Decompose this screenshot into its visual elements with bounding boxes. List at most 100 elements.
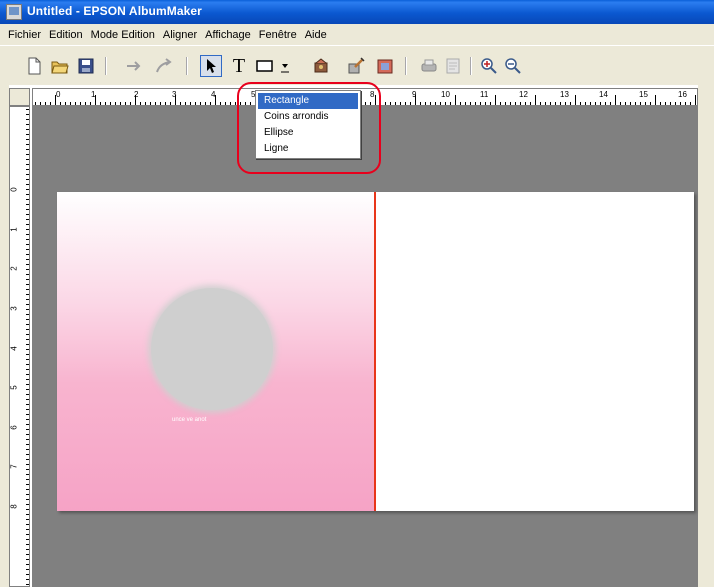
- ruler-tick: [26, 309, 29, 310]
- zoom-in-icon[interactable]: [478, 55, 500, 77]
- menu-mode-edition[interactable]: Mode Edition: [87, 29, 159, 41]
- ruler-tick: [26, 334, 29, 335]
- ruler-tick: [445, 102, 446, 105]
- ruler-tick: [26, 319, 29, 320]
- album-spread[interactable]: unce ve anot: [57, 192, 694, 511]
- ruler-tick: [185, 102, 186, 105]
- ruler-tick: [495, 95, 496, 105]
- hruler-label: 13: [560, 90, 569, 99]
- ruler-tick: [26, 199, 29, 200]
- print-icon[interactable]: [418, 55, 440, 77]
- ruler-tick: [390, 102, 391, 105]
- ruler-tick: [530, 102, 531, 105]
- ruler-tick: [26, 269, 29, 270]
- new-icon[interactable]: [23, 55, 45, 77]
- menu-fichier[interactable]: Fichier: [4, 29, 45, 41]
- ruler-tick: [670, 102, 671, 105]
- vruler-label: 5: [9, 385, 19, 390]
- vertical-ruler: 0 1 2 3 4 5 6 7 8: [9, 106, 30, 587]
- shape-dropdown-icon[interactable]: [279, 55, 291, 77]
- ruler-tick: [85, 102, 86, 105]
- menu-affichage[interactable]: Affichage: [201, 29, 255, 41]
- ruler-tick: [455, 95, 456, 105]
- ruler-tick: [590, 102, 591, 105]
- shape-tool-icon[interactable]: [254, 55, 276, 77]
- ruler-tick: [26, 569, 29, 570]
- left-page[interactable]: unce ve anot: [57, 192, 375, 511]
- ruler-tick: [26, 324, 29, 325]
- menu-fenetre[interactable]: Fenêtre: [255, 29, 301, 41]
- ruler-corner: [9, 88, 30, 106]
- menu-aligner[interactable]: Aligner: [159, 29, 201, 41]
- ruler-tick: [26, 134, 29, 135]
- ruler-tick: [115, 102, 116, 105]
- ruler-tick: [26, 409, 29, 410]
- ruler-tick: [65, 102, 66, 105]
- ruler-tick: [26, 579, 29, 580]
- preview-icon[interactable]: [442, 55, 464, 77]
- ruler-tick: [560, 102, 561, 105]
- hruler-label: 16: [678, 90, 687, 99]
- ruler-tick: [26, 544, 29, 545]
- ruler-tick: [26, 239, 29, 240]
- title-bar: Untitled - EPSON AlbumMaker: [0, 0, 714, 24]
- ruler-tick: [26, 179, 29, 180]
- ruler-tick: [40, 102, 41, 105]
- edit-image-icon[interactable]: [345, 55, 367, 77]
- ruler-tick: [26, 284, 29, 285]
- ruler-tick: [140, 102, 141, 105]
- hruler-label: 12: [519, 90, 528, 99]
- ruler-tick: [120, 102, 121, 105]
- hruler-label: 11: [480, 90, 489, 99]
- ruler-tick: [535, 95, 536, 105]
- ruler-tick: [26, 229, 29, 230]
- menu-edition[interactable]: Edition: [45, 29, 87, 41]
- save-icon[interactable]: [75, 55, 97, 77]
- layout-icon[interactable]: [374, 55, 396, 77]
- ruler-tick: [505, 102, 506, 105]
- hruler-label: 3: [172, 90, 177, 99]
- ruler-tick: [26, 584, 29, 585]
- ruler-tick: [26, 454, 29, 455]
- photo-frame[interactable]: [151, 288, 273, 410]
- ruler-tick: [470, 102, 471, 105]
- hruler-label: 15: [639, 90, 648, 99]
- ruler-tick: [75, 102, 76, 105]
- hruler-label: 14: [599, 90, 608, 99]
- text-tool-icon[interactable]: T: [228, 55, 250, 77]
- ruler-tick: [26, 154, 29, 155]
- ruler-tick: [60, 102, 61, 105]
- ruler-tick: [105, 102, 106, 105]
- ruler-tick: [430, 102, 431, 105]
- menu-bar: Fichier Edition Mode Edition Aligner Aff…: [0, 24, 714, 45]
- ruler-tick: [26, 379, 29, 380]
- ruler-tick: [26, 124, 29, 125]
- ruler-tick: [26, 274, 29, 275]
- clipart-icon[interactable]: [310, 55, 332, 77]
- open-icon[interactable]: [49, 55, 71, 77]
- ruler-tick: [585, 102, 586, 105]
- ruler-tick: [26, 384, 29, 385]
- ruler-tick: [580, 102, 581, 105]
- zoom-out-icon[interactable]: [502, 55, 524, 77]
- ruler-tick: [26, 279, 29, 280]
- ruler-tick: [565, 102, 566, 105]
- ruler-tick: [26, 419, 29, 420]
- ruler-tick: [220, 102, 221, 105]
- ruler-tick: [35, 102, 36, 105]
- undo-icon[interactable]: [124, 55, 146, 77]
- ruler-tick: [490, 102, 491, 105]
- ruler-tick: [26, 514, 29, 515]
- ruler-tick: [605, 102, 606, 105]
- page-caption[interactable]: unce ve anot: [172, 417, 206, 423]
- ruler-tick: [26, 404, 29, 405]
- select-arrow-icon[interactable]: [200, 55, 222, 77]
- ruler-tick: [80, 102, 81, 105]
- ruler-tick: [26, 554, 29, 555]
- menu-aide[interactable]: Aide: [301, 29, 331, 41]
- ruler-tick: [26, 539, 29, 540]
- ruler-tick: [550, 102, 551, 105]
- toolbar: T: [0, 45, 714, 85]
- vruler-label: 1: [9, 227, 19, 232]
- redo-icon[interactable]: [153, 55, 175, 77]
